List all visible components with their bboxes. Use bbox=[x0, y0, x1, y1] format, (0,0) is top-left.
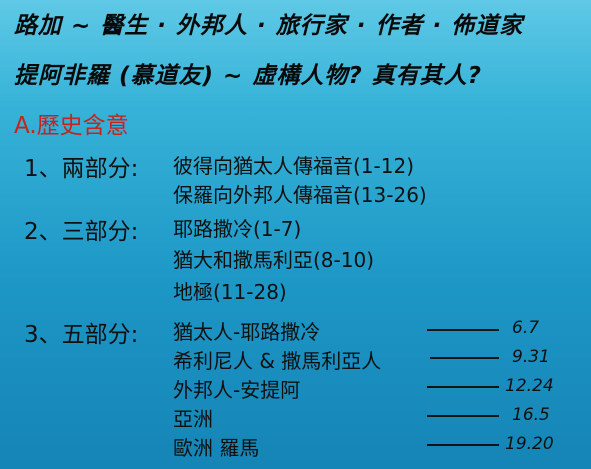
title-line-2: 提阿非羅 (慕道友) ~ 虛構人物? 真有其人? bbox=[14, 63, 483, 89]
section-heading: A.歷史含意 bbox=[14, 113, 129, 139]
five-parts-ref-3: 12.24 bbox=[505, 376, 554, 396]
two-parts-item-2: 保羅向外邦人傳福音(13-26) bbox=[173, 183, 427, 207]
three-parts-item-1: 耶路撒冷(1-7) bbox=[173, 217, 302, 241]
five-parts-item-3: 外邦人-安提阿 bbox=[173, 378, 301, 402]
three-parts-label: 2、三部分: bbox=[24, 219, 139, 245]
leader-line-3 bbox=[427, 386, 499, 388]
five-parts-item-4: 亞洲 bbox=[173, 407, 213, 431]
three-parts-item-3: 地極(11-28) bbox=[173, 280, 287, 304]
five-parts-item-5: 歐洲 羅馬 bbox=[173, 436, 260, 460]
leader-line-1 bbox=[427, 329, 499, 331]
three-parts-item-2: 猶大和撒馬利亞(8-10) bbox=[173, 248, 374, 272]
leader-line-2 bbox=[430, 357, 499, 359]
five-parts-ref-4: 16.5 bbox=[512, 405, 550, 425]
five-parts-item-2: 希利尼人 & 撒馬利亞人 bbox=[173, 349, 382, 373]
five-parts-item-1: 猶太人-耶路撒冷 bbox=[173, 320, 321, 344]
leader-line-5 bbox=[427, 444, 499, 446]
five-parts-label: 3、五部分: bbox=[24, 322, 139, 348]
five-parts-ref-1: 6.7 bbox=[512, 318, 540, 338]
five-parts-ref-5: 19.20 bbox=[505, 434, 554, 454]
slide: 路加 ~ 醫生 · 外邦人 · 旅行家 · 作者 · 佈道家 提阿非羅 (慕道友… bbox=[0, 0, 591, 469]
two-parts-label: 1、兩部分: bbox=[24, 156, 139, 182]
five-parts-ref-2: 9.31 bbox=[512, 347, 550, 367]
leader-line-4 bbox=[427, 415, 499, 417]
two-parts-item-1: 彼得向猶太人傳福音(1-12) bbox=[173, 154, 414, 178]
title-line-1: 路加 ~ 醫生 · 外邦人 · 旅行家 · 作者 · 佈道家 bbox=[14, 13, 524, 39]
